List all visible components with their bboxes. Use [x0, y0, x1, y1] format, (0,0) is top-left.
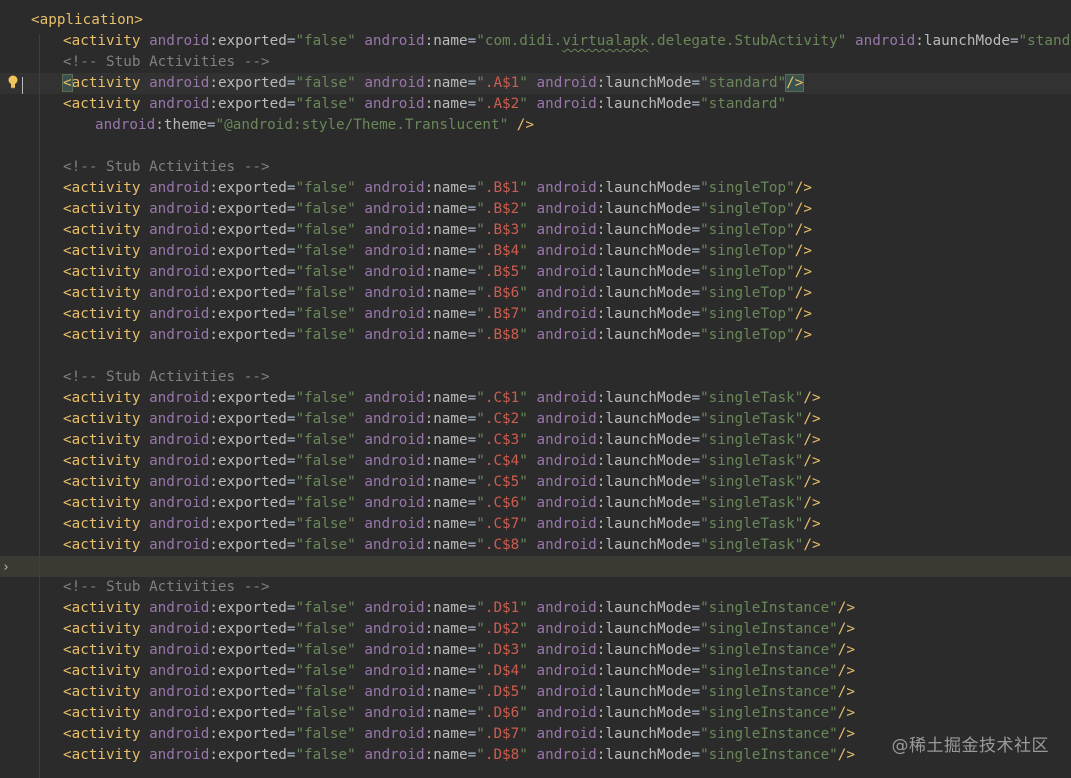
theme-attribute-line[interactable]: android:theme="@android:style/Theme.Tran… — [0, 115, 1071, 136]
blank-line[interactable] — [0, 346, 1071, 367]
comment-line[interactable]: <!-- Stub Activities --> — [0, 367, 1071, 388]
code-editor[interactable]: <application> <activity android:exported=… — [0, 0, 1071, 778]
activity-line-b1[interactable]: <activity android:exported="false" andro… — [0, 178, 1071, 199]
application-tag-line[interactable]: <application> — [0, 10, 1071, 31]
activity-line-b2[interactable]: <activity android:exported="false" andro… — [0, 199, 1071, 220]
comment-line[interactable]: <!-- Stub Activities --> — [0, 577, 1071, 598]
activity-line-c6[interactable]: <activity android:exported="false" andro… — [0, 493, 1071, 514]
activity-line-c1[interactable]: <activity android:exported="false" andro… — [0, 388, 1071, 409]
activity-line-b3[interactable]: <activity android:exported="false" andro… — [0, 220, 1071, 241]
activity-line-c4[interactable]: <activity android:exported="false" andro… — [0, 451, 1071, 472]
activity-line-c2[interactable]: <activity android:exported="false" andro… — [0, 409, 1071, 430]
activity-line-c7[interactable]: <activity android:exported="false" andro… — [0, 514, 1071, 535]
comment-line[interactable]: <!-- Stub Activities --> — [0, 157, 1071, 178]
activity-line-b8[interactable]: <activity android:exported="false" andro… — [0, 325, 1071, 346]
activity-line-d1[interactable]: <activity android:exported="false" andro… — [0, 598, 1071, 619]
fold-arrow-icon[interactable]: › — [2, 560, 10, 575]
activity-line-d4[interactable]: <activity android:exported="false" andro… — [0, 661, 1071, 682]
activity-line-d2[interactable]: <activity android:exported="false" andro… — [0, 619, 1071, 640]
activity-line-b5[interactable]: <activity android:exported="false" andro… — [0, 262, 1071, 283]
activity-line-b6[interactable]: <activity android:exported="false" andro… — [0, 283, 1071, 304]
activity-line-b7[interactable]: <activity android:exported="false" andro… — [0, 304, 1071, 325]
comment-line[interactable]: <!-- Stub Activities --> — [0, 52, 1071, 73]
text-caret — [22, 77, 23, 94]
activity-line-d5[interactable]: <activity android:exported="false" andro… — [0, 682, 1071, 703]
blank-line[interactable] — [0, 136, 1071, 157]
activity-line-c8[interactable]: <activity android:exported="false" andro… — [0, 535, 1071, 556]
indent-guide — [39, 34, 40, 778]
activity-line-d6[interactable]: <activity android:exported="false" andro… — [0, 703, 1071, 724]
blank-line[interactable] — [0, 556, 1071, 577]
activity-line-b4[interactable]: <activity android:exported="false" andro… — [0, 241, 1071, 262]
activity-line-c3[interactable]: <activity android:exported="false" andro… — [0, 430, 1071, 451]
activity-line-a2[interactable]: <activity android:exported="false" andro… — [0, 94, 1071, 115]
activity-line-c5[interactable]: <activity android:exported="false" andro… — [0, 472, 1071, 493]
watermark: @稀土掘金技术社区 — [891, 736, 1049, 756]
activity-line-d3[interactable]: <activity android:exported="false" andro… — [0, 640, 1071, 661]
stub-activity-line[interactable]: <activity android:exported="false" andro… — [0, 31, 1071, 52]
activity-line-a1[interactable]: <activity android:exported="false" andro… — [0, 73, 1071, 94]
lightbulb-icon[interactable] — [7, 75, 19, 89]
